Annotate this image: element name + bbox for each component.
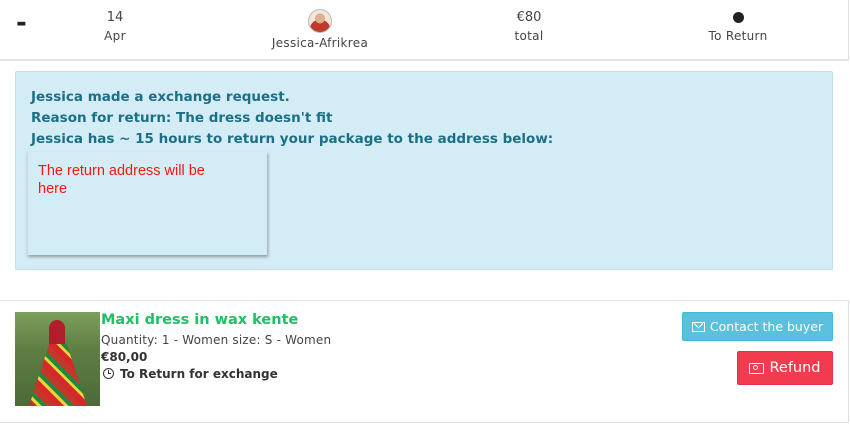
dress-top-shape: [49, 320, 65, 348]
order-date-month: Apr: [104, 29, 126, 43]
envelope-icon: [691, 321, 705, 332]
order-total-amount: €80: [516, 10, 542, 25]
collapse-toggle[interactable]: -: [16, 8, 27, 38]
order-total: €80 total: [499, 9, 559, 45]
return-request-line: Jessica made a exchange request.: [31, 89, 290, 105]
money-bill-icon: [749, 362, 765, 374]
contact-buyer-button[interactable]: Contact the buyer: [682, 312, 833, 341]
product-status: To Return for exchange: [101, 367, 278, 381]
buyer-name: Jessica-Afrikrea: [271, 36, 369, 50]
order-date: 14 Apr: [90, 9, 140, 45]
return-address-placeholder: The return address will be here: [38, 163, 205, 197]
return-request-alert: Jessica made a exchange request. Reason …: [15, 71, 833, 270]
order-summary-row: - 14 Apr Jessica-Afrikrea €80 total To R…: [0, 0, 849, 61]
status-dot-icon: [732, 12, 744, 23]
order-total-label: total: [514, 29, 544, 43]
buyer-info: Jessica-Afrikrea: [255, 9, 385, 52]
product-title[interactable]: Maxi dress in wax kente: [101, 312, 298, 328]
contact-buyer-label: Contact the buyer: [709, 319, 824, 334]
dress-skirt-shape: [29, 344, 87, 406]
order-date-day: 14: [106, 10, 124, 25]
clock-icon: [103, 368, 114, 379]
product-row: Maxi dress in wax kente Quantity: 1 - Wo…: [0, 300, 849, 423]
return-address-box: The return address will be here: [27, 152, 267, 255]
product-status-label: To Return for exchange: [120, 367, 278, 381]
refund-label: Refund: [769, 360, 821, 376]
refund-button[interactable]: Refund: [737, 351, 833, 385]
order-status: To Return: [698, 9, 778, 45]
return-deadline-line: Jessica has ~ 15 hours to return your pa…: [31, 131, 554, 147]
order-status-label: To Return: [708, 29, 768, 43]
product-image[interactable]: [15, 312, 100, 406]
return-reason-line: Reason for return: The dress doesn't fit: [31, 110, 333, 126]
product-details: Quantity: 1 - Women size: S - Women: [101, 333, 332, 347]
buyer-avatar: [308, 9, 332, 33]
product-price: €80,00: [101, 350, 148, 364]
